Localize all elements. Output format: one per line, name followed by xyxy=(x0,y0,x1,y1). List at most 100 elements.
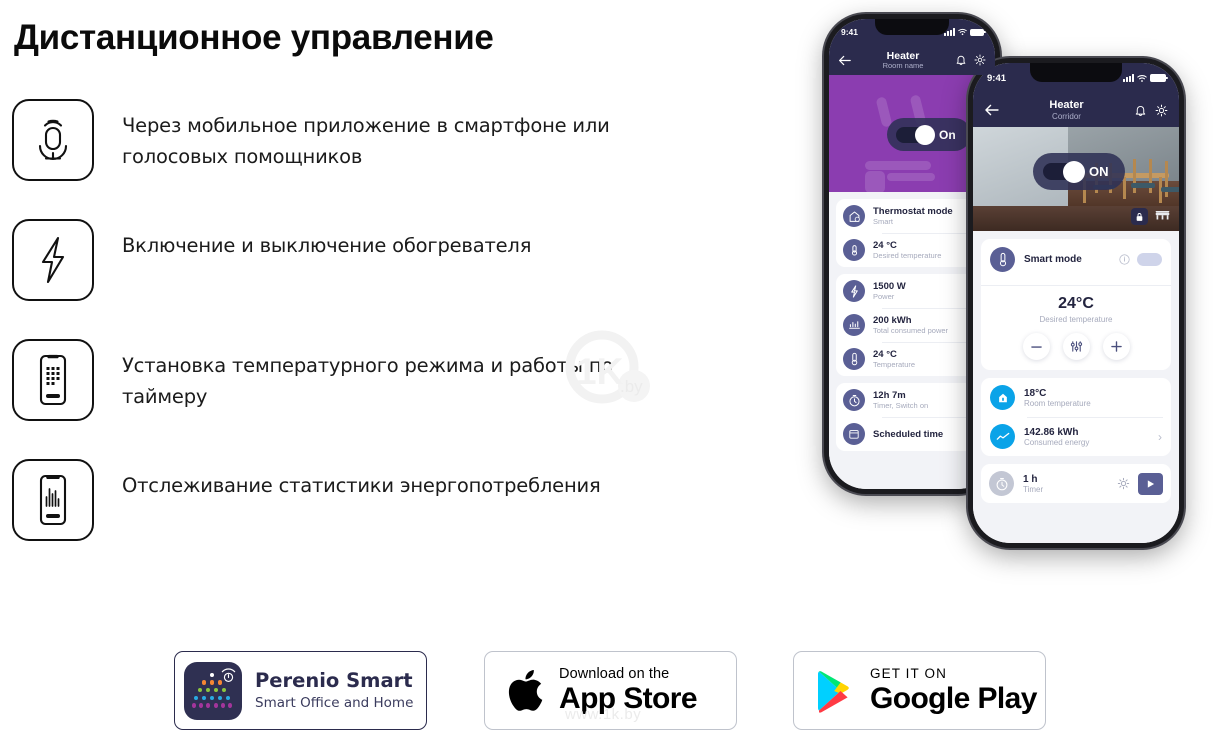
feature-item-temperature-timer: Установка температурного режима и работы… xyxy=(12,339,632,459)
gear-icon[interactable] xyxy=(1117,477,1130,490)
nav-title: Heater xyxy=(1049,99,1084,112)
list-item-text: 1500 W Power xyxy=(873,281,981,301)
list-item[interactable]: 12h 7m Timer, Switch on xyxy=(836,383,988,417)
toggle-knob[interactable] xyxy=(915,124,935,145)
toggle-knob[interactable] xyxy=(1063,160,1085,183)
hero-room-photo: ON xyxy=(973,127,1179,231)
list-item-value: 24 °C xyxy=(873,349,897,360)
timer-label: Timer xyxy=(1023,484,1044,494)
furniture-icon[interactable] xyxy=(1153,208,1171,225)
list-item[interactable]: 18°C Room temperature xyxy=(981,378,1171,417)
info-icon[interactable] xyxy=(1119,254,1130,265)
app-store-line1: Download on the xyxy=(559,665,670,682)
feature-text: Через мобильное приложение в смартфоне и… xyxy=(122,114,610,168)
decor-shape xyxy=(865,161,931,170)
phone-keypad-icon xyxy=(12,339,94,421)
power-toggle-on[interactable]: On xyxy=(887,118,971,151)
google-play-line2: Google Play xyxy=(870,681,1037,715)
arrow-left-icon[interactable] xyxy=(984,104,999,116)
list-item[interactable]: 1500 W Power xyxy=(836,274,988,308)
calendar-icon xyxy=(843,423,865,445)
perenio-dots-logo xyxy=(184,661,242,720)
home-temp-icon xyxy=(990,385,1015,410)
wifi-icon xyxy=(1137,74,1147,82)
stats-card: 18°C Room temperature 142.86 kWh Consume… xyxy=(981,378,1171,456)
feature-text: Установка температурного режима и работы… xyxy=(122,354,614,408)
nav-subtitle: Corridor xyxy=(1052,111,1081,121)
feature-item-voice-control: Через мобильное приложение в смартфоне и… xyxy=(12,99,632,219)
play-icon xyxy=(1147,479,1155,488)
gear-icon[interactable] xyxy=(1155,104,1168,117)
decrease-temperature-button[interactable] xyxy=(1022,333,1050,360)
nav-title-group: Heater Room name xyxy=(851,50,955,71)
wifi-icon xyxy=(958,28,967,36)
status-indicators xyxy=(944,28,986,36)
sliders-icon xyxy=(1070,341,1082,352)
store-badges: Perenio Smart Smart Office and Home Down… xyxy=(0,650,1220,736)
wifi-power-icon xyxy=(221,667,236,682)
list-item-label: Power xyxy=(873,292,895,301)
chevron-right-icon[interactable]: › xyxy=(1158,430,1162,444)
phone-front-device: 9:41 Heater Corridor ON Smart mode 24°C … xyxy=(968,58,1184,548)
timer-row[interactable]: 1 h Timer xyxy=(981,464,1171,503)
feature-item-power-switch: Включение и выключение обогревателя xyxy=(12,219,632,339)
list-item-label: Total consumed power xyxy=(873,326,949,335)
list-item-text: 142.86 kWh Consumed energy xyxy=(1024,427,1158,447)
logo-dot-row xyxy=(192,703,233,708)
list-item-value: 1500 W xyxy=(873,281,906,292)
list-item-value: Scheduled time xyxy=(873,428,944,440)
lock-icon[interactable] xyxy=(1131,208,1148,225)
toggle-label: ON xyxy=(1089,164,1109,179)
desired-temperature-value: 24°C xyxy=(981,285,1171,313)
google-play-badge[interactable]: GET IT ON Google Play xyxy=(793,651,1046,730)
list-item[interactable]: 24 °C Temperature xyxy=(836,342,988,376)
toggle-label: On xyxy=(939,127,956,142)
smart-mode-row[interactable]: Smart mode xyxy=(981,239,1171,280)
list-item-text: Thermostat mode Smart xyxy=(873,206,981,226)
perenio-smart-badge[interactable]: Perenio Smart Smart Office and Home xyxy=(174,651,427,730)
battery-icon xyxy=(1150,74,1168,82)
thermometer-gear-icon xyxy=(843,239,865,261)
toggle-track[interactable] xyxy=(1043,160,1085,183)
info-card: 1500 W Power 200 kWh Total consumed powe… xyxy=(836,274,988,376)
timer-play-button[interactable] xyxy=(1138,472,1163,495)
temperature-settings-button[interactable] xyxy=(1062,333,1090,360)
list-item-text: 24 °C Temperature xyxy=(873,349,981,369)
decor-shape xyxy=(887,173,935,181)
table-leg xyxy=(1123,177,1126,199)
power-bolt-icon xyxy=(843,280,865,302)
feature-item-energy-stats: Отслеживание статистики энергопотреблени… xyxy=(12,459,632,579)
info-card: 12h 7m Timer, Switch on Scheduled time xyxy=(836,383,988,451)
nav-subtitle: Room name xyxy=(882,60,924,70)
thermostat-house-icon xyxy=(843,205,865,227)
signal-bars-icon xyxy=(1123,73,1134,83)
bell-icon[interactable] xyxy=(955,54,967,66)
toggle-track[interactable] xyxy=(896,124,935,145)
list-item[interactable]: Thermostat mode Smart xyxy=(836,199,988,233)
arrow-left-icon[interactable] xyxy=(838,55,851,66)
list-item-value: 200 kWh xyxy=(873,315,912,326)
phone-front-screen: 9:41 Heater Corridor ON Smart mode 24°C … xyxy=(973,63,1179,543)
list-item[interactable]: 142.86 kWh Consumed energy › xyxy=(981,417,1171,456)
page-title: Дистанционное управление xyxy=(14,18,494,57)
smart-mode-toggle[interactable] xyxy=(1137,253,1162,266)
list-item-value: 142.86 kWh xyxy=(1024,426,1079,438)
list-item-value: 12h 7m xyxy=(873,390,906,401)
list-item[interactable]: 200 kWh Total consumed power xyxy=(836,308,988,342)
power-toggle-on[interactable]: ON xyxy=(1033,153,1125,190)
smart-mode-card: Smart mode 24°C Desired temperature xyxy=(981,239,1171,370)
phone-statistics-icon xyxy=(12,459,94,541)
list-item[interactable]: Scheduled time xyxy=(836,417,988,451)
energy-line-icon xyxy=(990,424,1015,449)
list-item-value: 24 °C xyxy=(873,240,897,251)
status-indicators xyxy=(1123,73,1168,83)
list-item[interactable]: 24 °C Desired temperature xyxy=(836,233,988,267)
info-card: Thermostat mode Smart 24 °C Desired temp… xyxy=(836,199,988,267)
perenio-title: Perenio Smart xyxy=(255,669,413,693)
increase-temperature-button[interactable] xyxy=(1102,333,1130,360)
energy-chart-icon xyxy=(843,314,865,336)
perenio-text: Perenio Smart Smart Office and Home xyxy=(255,669,413,711)
nav-title-group: Heater Corridor xyxy=(999,99,1134,121)
bell-icon[interactable] xyxy=(1134,104,1147,117)
decor-shape xyxy=(865,171,885,192)
